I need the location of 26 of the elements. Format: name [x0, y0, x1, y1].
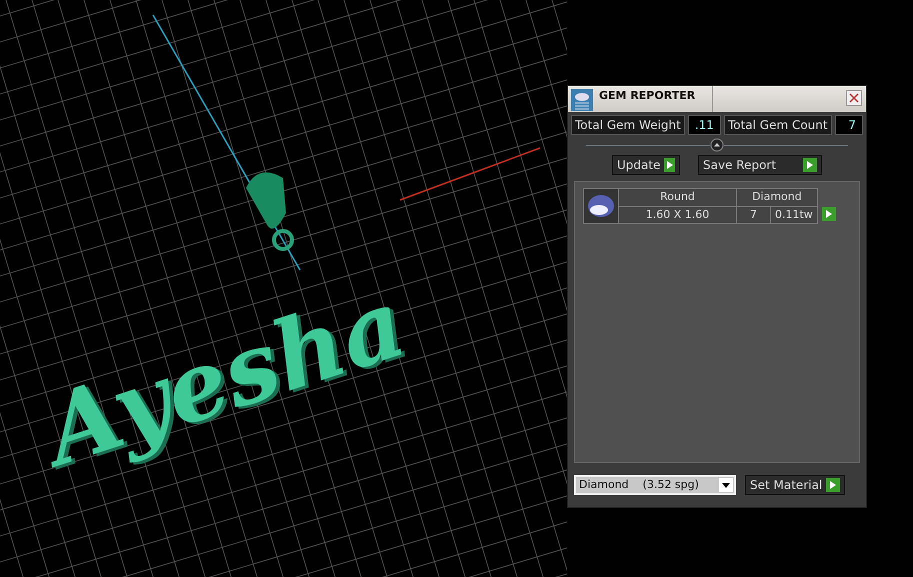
- play-icon: [826, 210, 832, 218]
- total-count-value: 7: [834, 115, 863, 135]
- play-icon: [664, 158, 675, 172]
- update-button[interactable]: Update: [612, 155, 680, 175]
- close-icon: [849, 92, 859, 103]
- table-cell: 7: [736, 206, 770, 224]
- gem-details-button[interactable]: [822, 206, 836, 221]
- play-icon: [826, 478, 840, 492]
- table-cell: 1.60 X 1.60: [618, 206, 736, 224]
- collapse-handle-icon[interactable]: [710, 138, 724, 152]
- panel-title: GEM REPORTER: [593, 86, 713, 112]
- total-weight-label: Total Gem Weight: [571, 115, 685, 135]
- close-button[interactable]: [846, 90, 862, 106]
- total-count-label: Total Gem Count: [724, 115, 832, 135]
- total-weight-value: .11: [688, 115, 721, 135]
- pendant-model: Ayesha: [34, 275, 416, 480]
- gem-report-icon: [571, 89, 593, 113]
- dropdown-caret-icon: [722, 482, 730, 488]
- play-icon: [803, 158, 817, 172]
- table-cell: Diamond: [736, 188, 818, 206]
- material-dropdown[interactable]: Diamond (3.52 spg): [574, 475, 736, 495]
- table-cell: Round: [618, 188, 736, 206]
- table-cell: 0.11tw: [770, 206, 818, 224]
- save-report-button[interactable]: Save Report: [698, 155, 822, 175]
- set-material-button[interactable]: Set Material: [745, 475, 846, 495]
- gem-icon: [586, 193, 616, 219]
